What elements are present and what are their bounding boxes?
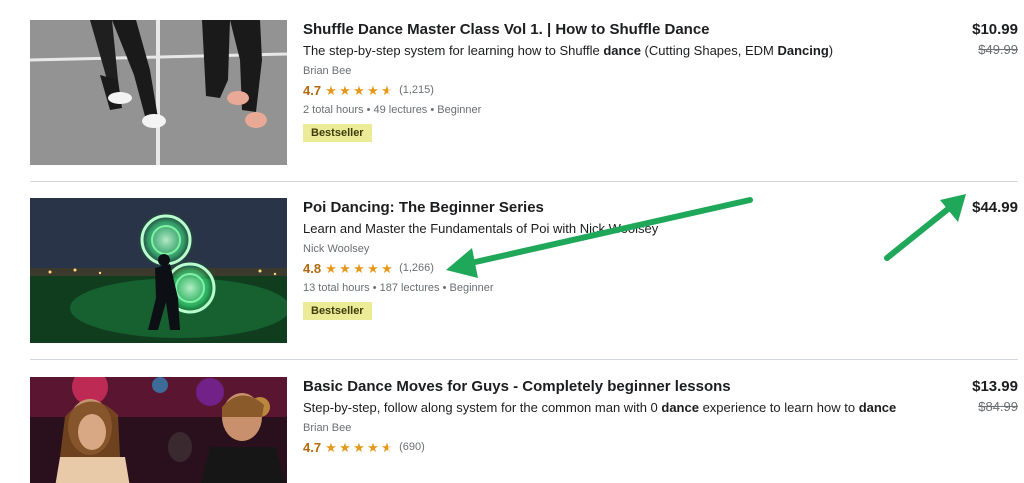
current-price: $44.99: [972, 199, 1018, 216]
desc-keyword: dance: [858, 400, 897, 415]
course-search-results: Shuffle Dance Master Class Vol 1. | How …: [0, 0, 1024, 483]
bestseller-badge: Bestseller: [303, 302, 372, 320]
thumbnail-shuffle-dance: [30, 20, 287, 165]
bestseller-badge: Bestseller: [303, 124, 372, 142]
divider: [30, 359, 1018, 360]
course-thumbnail[interactable]: [30, 20, 287, 165]
rating-count: (690): [399, 441, 425, 453]
current-price: $10.99: [972, 21, 1018, 38]
course-meta: 13 total hours • 187 lectures • Beginner: [303, 282, 494, 294]
desc-text: ): [828, 43, 834, 58]
course-price: $13.99 $84.99: [928, 377, 1018, 417]
course-title[interactable]: Poi Dancing: The Beginner Series: [303, 198, 923, 218]
course-info: Basic Dance Moves for Guys - Completely …: [303, 377, 923, 457]
course-author: Brian Bee: [303, 65, 352, 77]
rating-value: 4.7: [303, 82, 322, 98]
star-icon: ★: [381, 260, 393, 276]
desc-keyword: Dancing: [777, 43, 829, 58]
rating-count: (1,215): [399, 84, 434, 96]
course-author: Nick Woolsey: [303, 243, 370, 255]
course-price: $10.99 $49.99: [928, 20, 1018, 60]
course-card[interactable]: Poi Dancing: The Beginner Series Learn a…: [30, 198, 1018, 343]
desc-keyword: dance: [603, 43, 641, 58]
course-info: Poi Dancing: The Beginner Series Learn a…: [303, 198, 923, 320]
desc-keyword: dance: [661, 400, 699, 415]
star-icon: ★: [339, 439, 351, 455]
original-price: $84.99: [978, 399, 1018, 414]
rating-stars: ★ ★ ★ ★ ★ ★: [325, 84, 395, 97]
current-price: $13.99: [972, 378, 1018, 395]
star-icon: ★: [367, 439, 379, 455]
course-title[interactable]: Shuffle Dance Master Class Vol 1. | How …: [303, 20, 923, 40]
star-icon: ★: [353, 439, 365, 455]
rating-stars: ★ ★ ★ ★ ★: [325, 262, 395, 275]
star-icon: ★: [325, 82, 337, 98]
rating-count: (1,266): [399, 262, 434, 274]
star-icon: ★: [367, 260, 379, 276]
rating-row: 4.8 ★ ★ ★ ★ ★ (1,266): [303, 258, 923, 278]
desc-text: experience to learn how to: [698, 400, 859, 415]
star-half-icon: ★ ★: [381, 439, 393, 455]
thumbnail-basic-dance-moves: [30, 377, 287, 483]
course-price: $44.99: [928, 198, 1018, 218]
rating-value: 4.8: [303, 260, 322, 276]
course-meta: 2 total hours • 49 lectures • Beginner: [303, 104, 482, 116]
course-card[interactable]: Shuffle Dance Master Class Vol 1. | How …: [30, 20, 1018, 165]
course-description: The step-by-step system for learning how…: [303, 41, 923, 61]
course-thumbnail[interactable]: [30, 377, 287, 483]
original-price: $49.99: [978, 42, 1018, 57]
star-icon: ★: [325, 260, 337, 276]
star-icon: ★: [339, 260, 351, 276]
star-icon: ★: [353, 260, 365, 276]
star-icon: ★: [325, 439, 337, 455]
desc-text: Step-by-step, follow along system for th…: [303, 400, 662, 415]
star-icon: ★: [367, 82, 379, 98]
star-icon: ★: [353, 82, 365, 98]
desc-text: Learn and Master the Fundamentals of Poi…: [303, 221, 659, 236]
rating-stars: ★ ★ ★ ★ ★ ★: [325, 441, 395, 454]
course-description: Learn and Master the Fundamentals of Poi…: [303, 219, 923, 239]
course-author: Brian Bee: [303, 422, 352, 434]
rating-row: 4.7 ★ ★ ★ ★ ★ ★ (690): [303, 437, 923, 457]
desc-text: (Cutting Shapes, EDM: [640, 43, 778, 58]
divider: [30, 181, 1018, 182]
desc-text: The step-by-step system for learning how…: [303, 43, 604, 58]
course-info: Shuffle Dance Master Class Vol 1. | How …: [303, 20, 923, 142]
star-half-icon: ★ ★: [381, 82, 393, 98]
thumbnail-poi-dancing: [30, 198, 287, 343]
rating-value: 4.7: [303, 439, 322, 455]
course-thumbnail[interactable]: [30, 198, 287, 343]
course-title[interactable]: Basic Dance Moves for Guys - Completely …: [303, 377, 923, 397]
rating-row: 4.7 ★ ★ ★ ★ ★ ★ (1,215): [303, 80, 923, 100]
course-card[interactable]: Basic Dance Moves for Guys - Completely …: [30, 377, 1018, 483]
course-description: Step-by-step, follow along system for th…: [303, 398, 923, 418]
star-icon: ★: [339, 82, 351, 98]
